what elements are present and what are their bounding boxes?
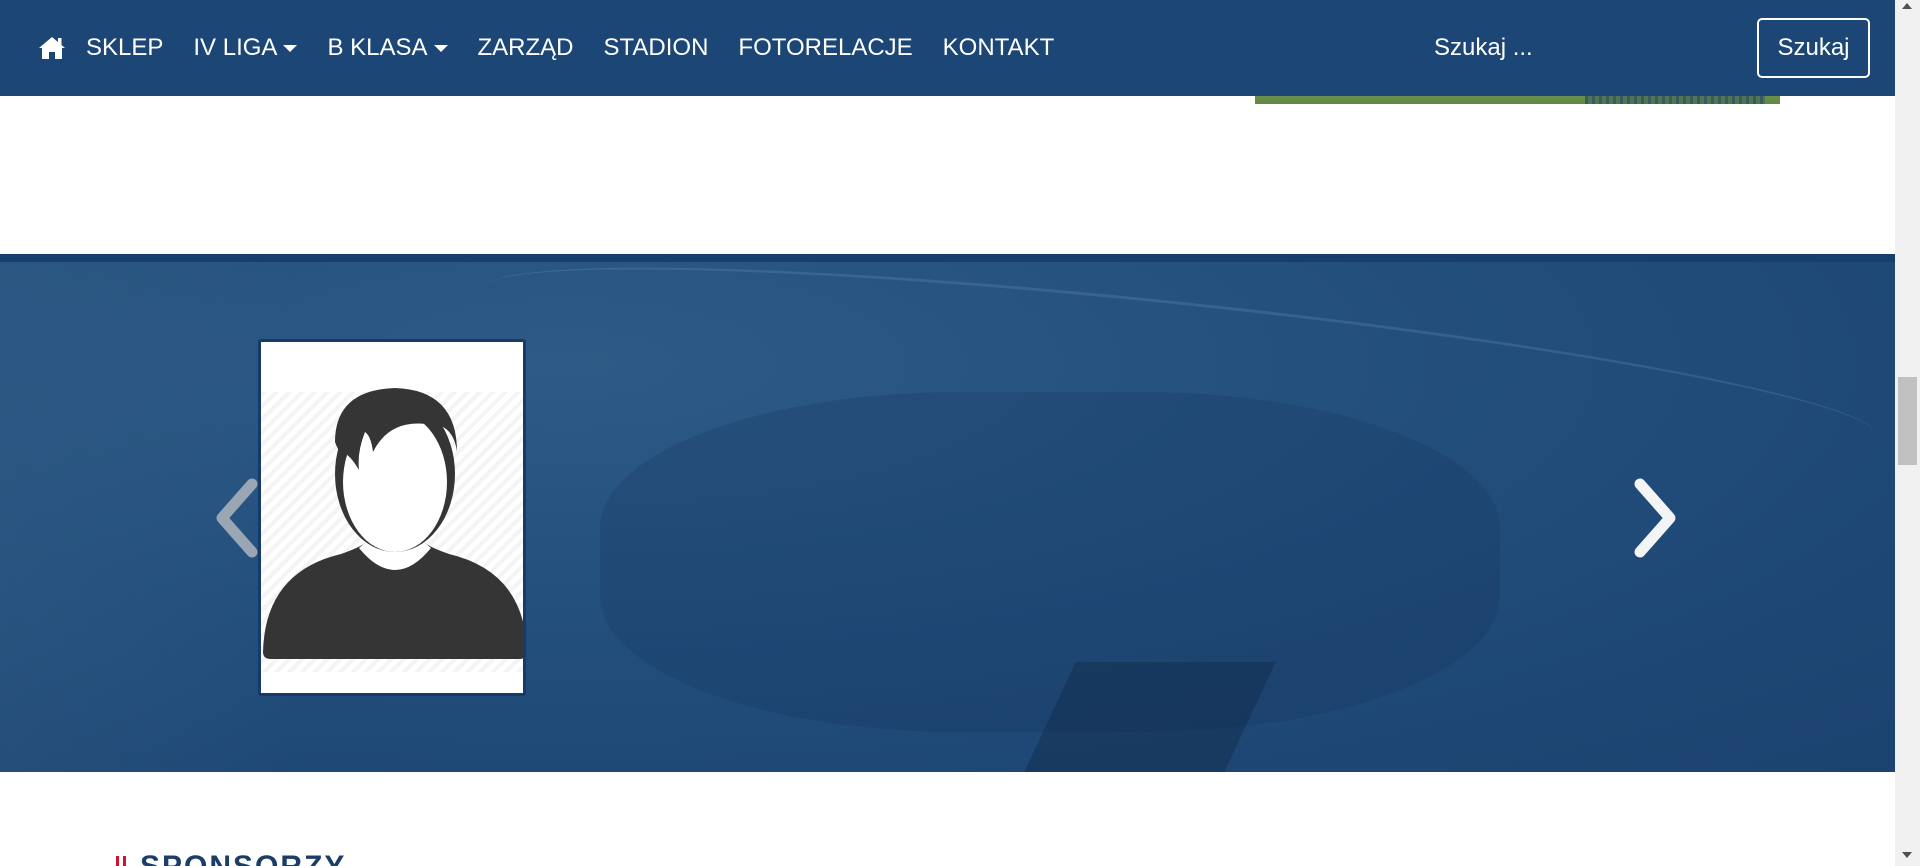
vertical-scrollbar[interactable] [1895,0,1920,866]
menu-item-b-klasa[interactable]: B KLASA [327,34,448,62]
search-button[interactable]: Szukaj [1757,18,1870,78]
home-icon[interactable] [38,34,66,62]
menu-item-zarzad[interactable]: ZARZĄD [478,34,574,62]
menu-item-sklep[interactable]: SKLEP [86,34,163,62]
chevron-right-icon[interactable] [1630,478,1680,558]
chevron-left-icon[interactable] [212,478,262,558]
sponsors-title: SPONSORZY [140,852,346,866]
sponsors-heading: SPONSORZY [116,852,346,866]
scroll-up-arrow-icon[interactable] [1902,3,1912,9]
player-card[interactable] [258,339,526,696]
page: SKLEP IV LIGA B KLASA ZARZĄD STADION FOT… [0,0,1920,866]
menu-item-label: FOTORELACJE [738,34,913,61]
menu-item-label: IV LIGA [193,34,278,61]
menu-item-fotorelacje[interactable]: FOTORELACJE [738,34,912,62]
caret-down-icon [283,44,298,52]
scrollbar-thumb[interactable] [1898,377,1917,465]
scroll-down-arrow-icon[interactable] [1902,852,1912,858]
menu-item-label: ZARZĄD [477,34,574,61]
menu-item-kontakt[interactable]: KONTAKT [943,34,1055,62]
person-silhouette-icon [263,388,523,659]
menu-item-label: STADION [603,34,709,61]
menu-item-label: KONTAKT [942,34,1055,61]
menu-item-label: B KLASA [327,34,428,61]
search-input[interactable] [1420,26,1720,70]
menu-item-label: SKLEP [86,34,164,61]
main-menu: SKLEP IV LIGA B KLASA ZARZĄD STADION FOT… [38,0,1084,96]
menu-item-stadion[interactable]: STADION [604,34,709,62]
section-divider [0,254,1895,262]
menu-item-iv-liga[interactable]: IV LIGA [193,34,298,62]
background-blur [600,392,1500,732]
title-accent-icon [116,856,126,866]
caret-down-icon [433,44,448,52]
